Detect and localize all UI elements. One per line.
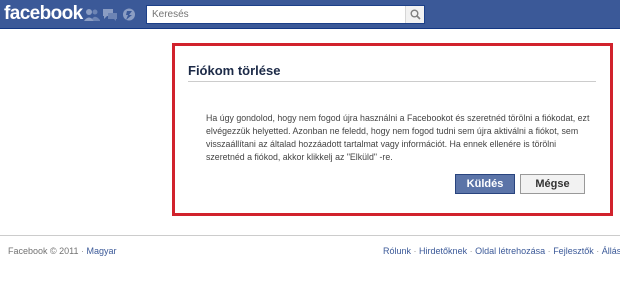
friend-requests-icon[interactable] — [84, 7, 100, 22]
separator: · — [596, 246, 600, 256]
copyright: Facebook © 2011 — [8, 246, 79, 256]
divider — [188, 81, 596, 82]
messages-icon[interactable] — [102, 7, 118, 22]
submit-button[interactable]: Küldés — [455, 174, 515, 194]
search-icon — [410, 9, 421, 20]
footer-links: Rólunk · Hirdetőknek · Oldal létrehozása… — [383, 246, 620, 256]
footer-link-developers[interactable]: Fejlesztők — [553, 246, 594, 256]
separator: · — [469, 246, 473, 256]
footer-link-careers[interactable]: Álláslehe — [602, 246, 620, 256]
footer-left: Facebook © 2011 · Magyar — [8, 246, 117, 256]
search-button[interactable] — [405, 6, 424, 23]
footer-link-advertising[interactable]: Hirdetőknek — [419, 246, 467, 256]
dialog-message: Ha úgy gondolod, hogy nem fogod újra has… — [206, 113, 590, 162]
footer-link-create-page[interactable]: Oldal létrehozása — [475, 246, 545, 256]
divider — [0, 235, 620, 236]
search-input[interactable] — [147, 6, 405, 23]
separator: · — [81, 246, 85, 256]
top-bar: facebook — [0, 0, 620, 29]
search-box — [146, 5, 425, 24]
separator: · — [547, 246, 551, 256]
notifications-icon[interactable] — [121, 7, 137, 22]
cancel-button[interactable]: Mégse — [520, 174, 585, 194]
footer-link-about[interactable]: Rólunk — [383, 246, 411, 256]
facebook-logo[interactable]: facebook — [4, 3, 83, 25]
separator: · — [413, 246, 417, 256]
language-link[interactable]: Magyar — [87, 246, 117, 256]
dialog-title: Fiókom törlése — [188, 63, 281, 78]
